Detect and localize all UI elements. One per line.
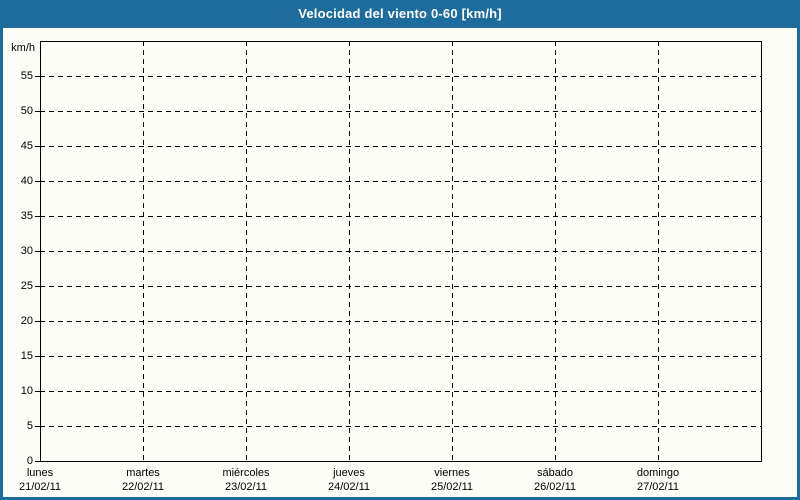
x-tick-day: viernes [434,467,470,479]
y-tick-label: 30 [20,245,33,257]
x-tick-day: lunes [26,467,54,479]
x-tick-date: 25/02/11 [430,481,473,493]
y-tick-label: 5 [26,420,33,432]
x-tick-label: domingo 27/02/11 [603,466,713,494]
x-tick-day: jueves [333,467,365,479]
x-tick-day: miércoles [222,467,270,479]
x-tick-label: sábado 26/02/11 [500,466,610,494]
chart-window: Velocidad del viento 0-60 [km/h] km/h 05… [0,0,800,500]
plot-area [35,40,763,463]
y-tick-label: 15 [20,350,33,362]
x-tick-date: 23/02/11 [224,481,267,493]
x-tick-date: 27/02/11 [636,481,679,493]
x-tick-day: domingo [636,467,680,479]
y-tick-label: 20 [20,315,33,327]
y-tick-label: 40 [20,175,33,187]
x-tick-date: 22/02/11 [121,481,164,493]
x-tick-label: viernes 25/02/11 [397,466,507,494]
y-tick-label: 35 [20,210,33,222]
y-tick-label: 10 [20,385,33,397]
x-tick-date: 24/02/11 [327,481,370,493]
x-tick-date: 21/02/11 [18,481,61,493]
x-tick-date: 26/02/11 [533,481,576,493]
y-tick-label: 45 [20,140,33,152]
window-border-left [0,28,3,500]
x-tick-label: miércoles 23/02/11 [191,466,301,494]
y-tick-label: 55 [20,70,33,82]
x-tick-label: jueves 24/02/11 [294,466,404,494]
x-tick-label: lunes 21/02/11 [0,466,95,494]
x-tick-day: martes [126,467,160,479]
x-tick-label: martes 22/02/11 [88,466,198,494]
x-tick-day: sábado [536,467,574,479]
y-tick-label: 50 [20,105,33,117]
y-tick-label: 25 [20,280,33,292]
y-axis-unit-label: km/h [11,42,35,54]
